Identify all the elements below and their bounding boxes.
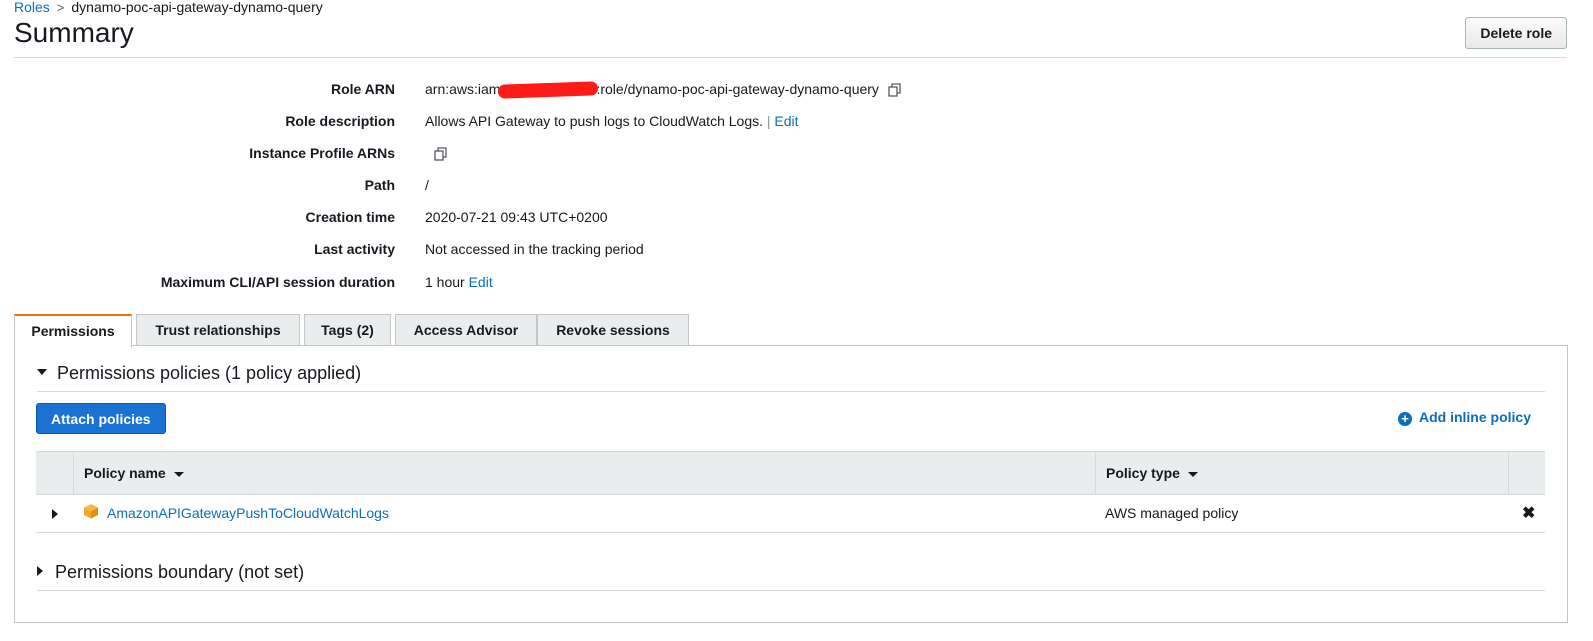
tab-tags[interactable]: Tags (2)	[304, 314, 391, 346]
permissions-policies-toggle[interactable]: Permissions policies (1 policy applied)	[37, 363, 361, 384]
tab-revoke-sessions[interactable]: Revoke sessions	[537, 314, 689, 346]
sort-caret-icon	[1187, 471, 1198, 477]
policy-type-header[interactable]: Policy type	[1095, 452, 1508, 494]
instance-profile-label: Instance Profile ARNs	[249, 145, 395, 161]
creation-time-value: 2020-07-21 09:43 UTC+0200	[425, 209, 608, 225]
chevron-right-icon: >	[56, 0, 65, 15]
role-description-value: Allows API Gateway to push logs to Cloud…	[425, 113, 763, 129]
role-description-row: Role description Allows API Gateway to p…	[0, 111, 1500, 131]
role-arn-value: arn:aws:iam:role/dynamo-poc-api-gateway-…	[425, 79, 903, 100]
path-label: Path	[364, 177, 395, 193]
last-activity-value: Not accessed in the tracking period	[425, 241, 644, 257]
creation-time-label: Creation time	[305, 209, 395, 225]
attach-policies-button[interactable]: Attach policies	[36, 403, 166, 434]
edit-description-link[interactable]: Edit	[774, 113, 798, 129]
breadcrumb-current: dynamo-poc-api-gateway-dynamo-query	[71, 0, 323, 15]
caret-right-icon	[52, 509, 58, 520]
divider: |	[766, 113, 771, 129]
max-session-label: Maximum CLI/API session duration	[160, 274, 395, 290]
last-activity-row: Last activity Not accessed in the tracki…	[0, 239, 1500, 259]
edit-session-link[interactable]: Edit	[469, 274, 493, 290]
add-inline-policy-link[interactable]: + Add inline policy	[1397, 409, 1531, 426]
expand-row-toggle[interactable]	[52, 494, 58, 532]
policy-name-link[interactable]: AmazonAPIGatewayPushToCloudWatchLogs	[107, 505, 389, 521]
section-divider	[37, 391, 1545, 392]
caret-right-icon	[37, 566, 43, 577]
max-session-row: Maximum CLI/API session duration 1 hour …	[0, 272, 1500, 292]
breadcrumb: Roles > dynamo-poc-api-gateway-dynamo-quer…	[14, 0, 323, 15]
detach-policy-x-icon[interactable]: ✖	[1522, 494, 1535, 532]
table-header: Policy name Policy type	[36, 451, 1545, 495]
add-inline-policy-label[interactable]: Add inline policy	[1419, 409, 1531, 425]
path-row: Path /	[0, 175, 1500, 195]
instance-profile-row: Instance Profile ARNs	[0, 143, 1500, 163]
policy-type-value: AWS managed policy	[1105, 505, 1239, 521]
delete-role-button[interactable]: Delete role	[1465, 17, 1567, 49]
copy-icon[interactable]	[887, 82, 903, 98]
role-arn-label: Role ARN	[330, 81, 395, 97]
header-divider	[14, 57, 1567, 58]
page-title: Summary	[14, 17, 134, 48]
role-arn-row: Role ARN arn:aws:iam:role/dynamo-poc-api…	[0, 79, 1500, 100]
redaction-mark	[498, 81, 599, 100]
table-row: AmazonAPIGatewayPushToCloudWatchLogs AWS…	[36, 494, 1545, 533]
expand-column-header	[36, 452, 73, 494]
sort-caret-icon	[173, 471, 184, 477]
aws-managed-policy-icon	[84, 504, 98, 519]
tab-access-advisor[interactable]: Access Advisor	[395, 314, 537, 346]
permissions-panel: Permissions policies (1 policy applied) …	[14, 345, 1568, 623]
permissions-boundary-toggle[interactable]: Permissions boundary (not set)	[37, 562, 304, 583]
permissions-boundary-heading: Permissions boundary (not set)	[55, 562, 305, 582]
max-session-value: 1 hour	[425, 274, 465, 290]
policy-name-header[interactable]: Policy name	[73, 452, 1095, 494]
section-divider	[37, 590, 1545, 591]
copy-icon[interactable]	[433, 146, 449, 162]
path-value: /	[425, 177, 429, 193]
plus-circle-icon: +	[1397, 412, 1412, 426]
role-description-label: Role description	[285, 113, 395, 129]
tab-trust-relationships[interactable]: Trust relationships	[136, 314, 300, 346]
permissions-policies-heading: Permissions policies (1 policy applied)	[57, 363, 362, 383]
tab-permissions[interactable]: Permissions	[14, 314, 132, 348]
last-activity-label: Last activity	[314, 241, 395, 257]
breadcrumb-roles-link[interactable]: Roles	[14, 0, 50, 15]
actions-column-header	[1508, 452, 1545, 494]
creation-time-row: Creation time 2020-07-21 09:43 UTC+0200	[0, 207, 1500, 227]
caret-down-icon	[37, 369, 47, 376]
